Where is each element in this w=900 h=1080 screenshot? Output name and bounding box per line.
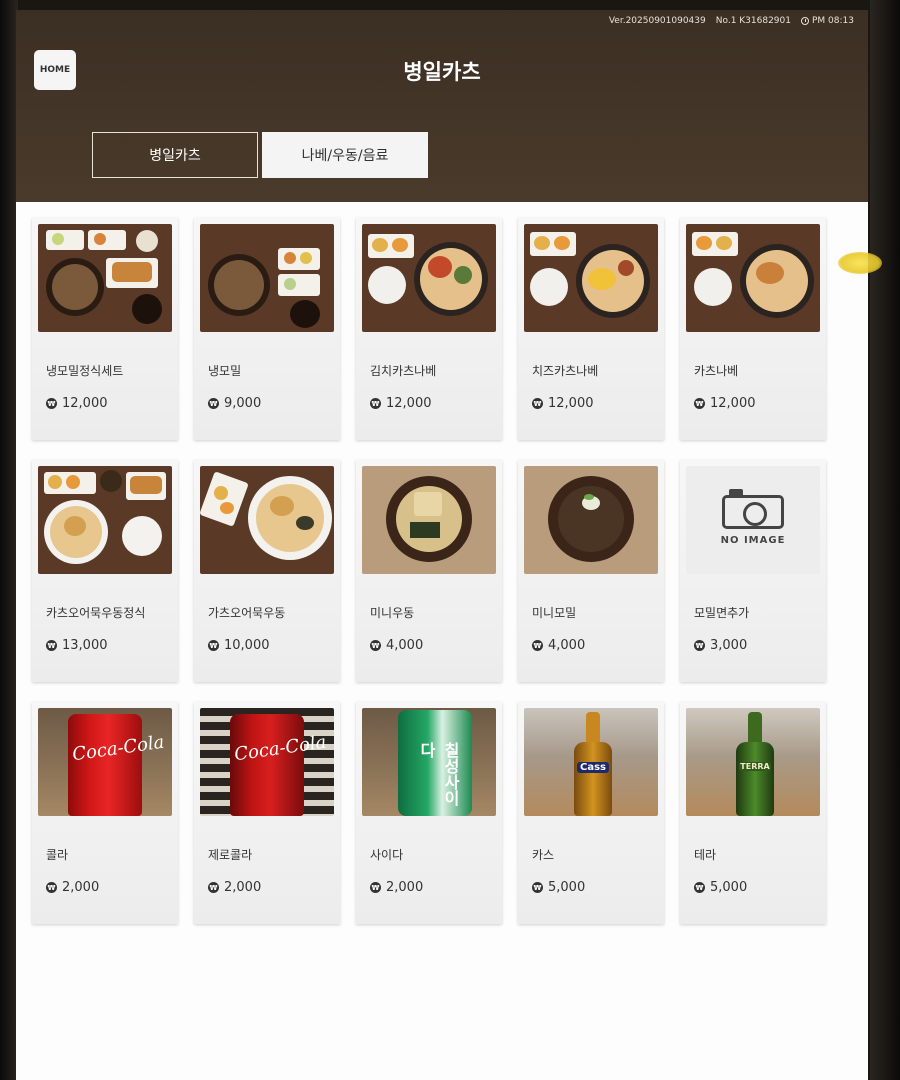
menu-item-card[interactable]: 냉모밀정식세트 ₩ 12,000 (32, 218, 178, 440)
kiosk-number: No.1 K31682901 (715, 16, 791, 26)
menu-grid: 냉모밀정식세트 ₩ 12,000 냉모밀 ₩ 9,000 김치카츠나베 ₩ 12… (32, 218, 862, 924)
menu-item-card[interactable]: 미니모밀 ₩ 4,000 (518, 460, 664, 682)
won-icon: ₩ (46, 398, 57, 409)
menu-item-price: ₩ 2,000 (208, 880, 262, 895)
won-icon: ₩ (532, 640, 543, 651)
menu-item-card[interactable]: Cass 카스 ₩ 5,000 (518, 702, 664, 924)
menu-item-card[interactable]: 치즈카츠나베 ₩ 12,000 (518, 218, 664, 440)
menu-photo (38, 466, 172, 574)
menu-photo: Coca-Cola (38, 708, 172, 816)
can-label: 칠성사이다 (417, 742, 460, 806)
device-bezel-right (870, 0, 900, 1080)
won-icon: ₩ (370, 398, 381, 409)
header-bar: Ver.20250901090439 No.1 K31682901 PM 08:… (16, 10, 868, 202)
menu-item-card[interactable]: 냉모밀 ₩ 9,000 (194, 218, 340, 440)
clock: PM 08:13 (801, 16, 854, 26)
menu-photo (38, 224, 172, 332)
menu-photo: NO IMAGE (686, 466, 820, 574)
status-bar: Ver.20250901090439 No.1 K31682901 PM 08:… (609, 16, 854, 26)
won-icon: ₩ (46, 640, 57, 651)
no-image-label: NO IMAGE (720, 534, 786, 546)
menu-item-name: 냉모밀 (208, 364, 242, 378)
menu-item-price: ₩ 3,000 (694, 638, 748, 653)
menu-item-name: 모밀면추가 (694, 606, 750, 620)
camera-icon (722, 488, 784, 529)
menu-photo: Cass (524, 708, 658, 816)
kiosk-screen: Ver.20250901090439 No.1 K31682901 PM 08:… (16, 10, 868, 1080)
won-icon: ₩ (208, 398, 219, 409)
menu-item-name: 카츠나베 (694, 364, 739, 378)
menu-item-name: 카스 (532, 848, 555, 862)
menu-item-name: 카츠오어묵우동정식 (46, 606, 146, 620)
menu-item-card[interactable]: NO IMAGE 모밀면추가 ₩ 3,000 (680, 460, 826, 682)
won-icon: ₩ (694, 640, 705, 651)
menu-item-price: ₩ 9,000 (208, 396, 262, 411)
menu-item-price: ₩ 4,000 (532, 638, 586, 653)
menu-item-price: ₩ 2,000 (46, 880, 100, 895)
menu-item-price: ₩ 10,000 (208, 638, 270, 653)
tab-byeongil-katsu[interactable]: 병일카츠 (92, 132, 258, 178)
menu-photo (200, 224, 334, 332)
menu-item-price: ₩ 12,000 (370, 396, 432, 411)
menu-photo (524, 224, 658, 332)
menu-item-name: 가츠오어묵우동 (208, 606, 286, 620)
won-icon: ₩ (208, 640, 219, 651)
menu-item-price: ₩ 13,000 (46, 638, 108, 653)
menu-item-card[interactable]: Coca-Cola 제로콜라 ₩ 2,000 (194, 702, 340, 924)
menu-photo (362, 224, 496, 332)
bottle-label: Cass (577, 762, 609, 773)
menu-item-price: ₩ 2,000 (370, 880, 424, 895)
menu-item-name: 김치카츠나베 (370, 364, 437, 378)
menu-photo: Coca-Cola (200, 708, 334, 816)
won-icon: ₩ (532, 398, 543, 409)
menu-item-price: ₩ 5,000 (532, 880, 586, 895)
version-text: Ver.20250901090439 (608, 16, 706, 26)
menu-photo (524, 466, 658, 574)
menu-item-card[interactable]: TERRA 테라 ₩ 5,000 (680, 702, 826, 924)
won-icon: ₩ (532, 882, 543, 893)
won-icon: ₩ (694, 882, 705, 893)
menu-item-price: ₩ 12,000 (46, 396, 108, 411)
menu-item-card[interactable]: 가츠오어묵우동 ₩ 10,000 (194, 460, 340, 682)
menu-photo: 칠성사이다 (362, 708, 496, 816)
menu-item-card[interactable]: 카츠나베 ₩ 12,000 (680, 218, 826, 440)
menu-item-name: 제로콜라 (208, 848, 253, 862)
won-icon: ₩ (370, 640, 381, 651)
menu-item-name: 냉모밀정식세트 (46, 364, 124, 378)
menu-item-price: ₩ 4,000 (370, 638, 424, 653)
menu-item-price: ₩ 12,000 (532, 396, 594, 411)
menu-item-price: ₩ 5,000 (694, 880, 748, 895)
won-icon: ₩ (46, 882, 57, 893)
tab-nabe-udon-drinks[interactable]: 나베/우동/음료 (262, 132, 428, 178)
menu-photo (200, 466, 334, 574)
menu-photo (686, 224, 820, 332)
category-tabs: 병일카츠 나베/우동/음료 (92, 132, 428, 178)
menu-photo: TERRA (686, 708, 820, 816)
bottle-label: TERRA (739, 762, 771, 771)
light-glare (838, 252, 882, 274)
won-icon: ₩ (694, 398, 705, 409)
menu-item-name: 사이다 (370, 848, 404, 862)
menu-item-price: ₩ 12,000 (694, 396, 756, 411)
clock-icon (801, 17, 809, 25)
menu-photo (362, 466, 496, 574)
won-icon: ₩ (208, 882, 219, 893)
menu-item-name: 테라 (694, 848, 717, 862)
menu-item-name: 콜라 (46, 848, 69, 862)
menu-item-name: 미니우동 (370, 606, 415, 620)
clock-time: PM 08:13 (812, 16, 854, 26)
menu-item-card[interactable]: Coca-Cola 콜라 ₩ 2,000 (32, 702, 178, 924)
menu-item-name: 치즈카츠나베 (532, 364, 599, 378)
menu-item-card[interactable]: 카츠오어묵우동정식 ₩ 13,000 (32, 460, 178, 682)
menu-item-card[interactable]: 김치카츠나베 ₩ 12,000 (356, 218, 502, 440)
menu-item-card[interactable]: 미니우동 ₩ 4,000 (356, 460, 502, 682)
won-icon: ₩ (370, 882, 381, 893)
menu-item-card[interactable]: 칠성사이다 사이다 ₩ 2,000 (356, 702, 502, 924)
store-title: 병일카츠 (403, 60, 481, 84)
menu-item-name: 미니모밀 (532, 606, 577, 620)
